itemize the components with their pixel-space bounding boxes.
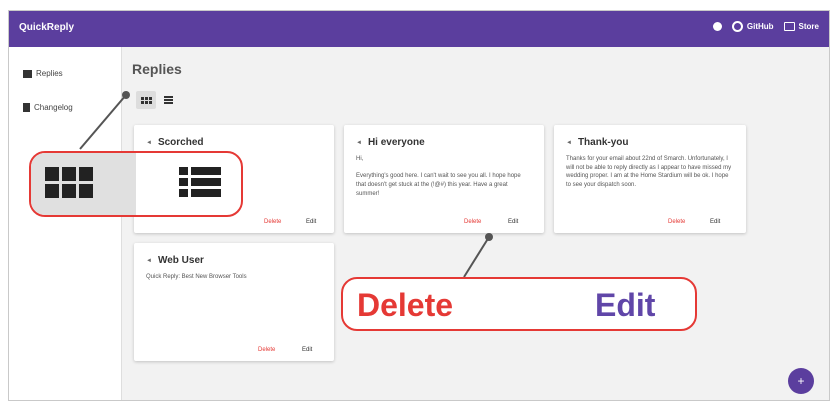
list-view-icon xyxy=(179,167,221,197)
delete-button[interactable]: Delete xyxy=(258,347,275,353)
app-window: QuickReply GitHub Store Replies Changelo… xyxy=(8,10,830,401)
replies-icon xyxy=(23,69,32,78)
sidebar-item-changelog[interactable]: Changelog xyxy=(23,103,73,112)
help-icon xyxy=(712,22,722,31)
card-title: ◄ Scorched xyxy=(146,137,204,148)
grid-view-icon xyxy=(45,167,93,198)
card-title: ◄ Hi everyone xyxy=(356,137,425,148)
edit-button[interactable]: Edit xyxy=(302,347,312,353)
view-toggle xyxy=(136,91,178,109)
reply-card: ◄ Thank-you Thanks for your email about … xyxy=(554,125,746,233)
add-reply-button[interactable]: + xyxy=(788,368,814,394)
callout-delete-label: Delete xyxy=(357,287,454,323)
card-title-text: Thank-you xyxy=(577,137,629,148)
callout-grid-panel xyxy=(31,153,136,215)
list-view-button[interactable] xyxy=(158,91,178,109)
edit-button[interactable]: Edit xyxy=(306,219,316,225)
sidebar: Replies Changelog xyxy=(9,47,122,400)
view-toggle-callout xyxy=(29,151,243,217)
reply-card: ◄ Web User Quick Reply: Best New Browser… xyxy=(134,243,334,361)
plus-icon: + xyxy=(797,374,805,388)
sidebar-item-replies[interactable]: Replies xyxy=(23,69,63,78)
drag-handle-icon[interactable]: ◄ xyxy=(146,140,152,146)
delete-button[interactable]: Delete xyxy=(464,219,481,225)
sidebar-item-label: Replies xyxy=(36,69,63,78)
help-button[interactable] xyxy=(712,22,722,31)
app-bar: QuickReply GitHub Store xyxy=(9,11,829,47)
card-title-text: Web User xyxy=(157,255,204,266)
drag-handle-icon[interactable]: ◄ xyxy=(146,258,152,264)
main-content: Replies ◄ Scorched Lorem Chocolate Delet… xyxy=(122,47,829,400)
edit-button[interactable]: Edit xyxy=(710,219,720,225)
drag-handle-icon[interactable]: ◄ xyxy=(356,140,362,146)
store-icon xyxy=(783,22,795,31)
reply-card: ◄ Hi everyone Hi, Everything's good here… xyxy=(344,125,544,233)
list-view-icon xyxy=(163,96,173,104)
card-body: Thanks for your email about 22nd of Smar… xyxy=(566,156,732,189)
card-title-text: Scorched xyxy=(157,137,204,148)
app-title: QuickReply xyxy=(19,22,75,33)
callout-edit-label: Edit xyxy=(595,287,656,323)
actions-callout: Delete Edit xyxy=(341,277,697,331)
grid-view-button[interactable] xyxy=(136,91,156,109)
github-icon xyxy=(731,21,743,32)
store-label: Store xyxy=(798,22,819,31)
delete-button[interactable]: Delete xyxy=(264,219,281,225)
store-button[interactable]: Store xyxy=(783,22,819,31)
appbar-actions: GitHub Store xyxy=(712,21,819,32)
changelog-icon xyxy=(23,103,30,112)
grid-view-icon xyxy=(140,96,152,104)
drag-handle-icon[interactable]: ◄ xyxy=(566,140,572,146)
card-title: ◄ Thank-you xyxy=(566,137,629,148)
card-title: ◄ Web User xyxy=(146,255,204,266)
page-title: Replies xyxy=(132,61,182,77)
card-body: Hi, Everything's good here. I can't wait… xyxy=(356,156,521,197)
edit-button[interactable]: Edit xyxy=(508,219,518,225)
sidebar-item-label: Changelog xyxy=(34,103,73,112)
card-body: Quick Reply: Best New Browser Tools xyxy=(146,274,247,280)
delete-button[interactable]: Delete xyxy=(668,219,685,225)
github-button[interactable]: GitHub xyxy=(731,21,774,32)
github-label: GitHub xyxy=(746,22,774,31)
card-title-text: Hi everyone xyxy=(367,137,425,148)
